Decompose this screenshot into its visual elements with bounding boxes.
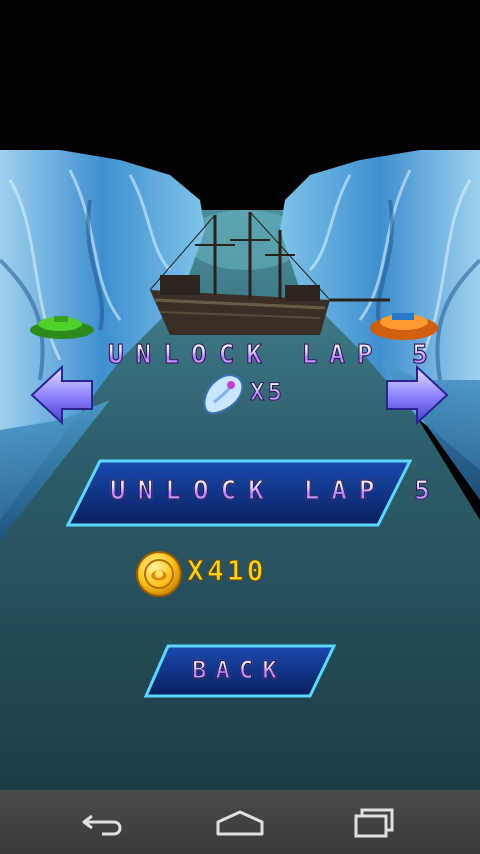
system-navigation-bar xyxy=(0,790,480,854)
system-back-button[interactable] xyxy=(76,802,136,842)
home-icon xyxy=(216,810,264,836)
arrow-left-icon xyxy=(30,364,93,426)
game-scene: UNLOCK LAP 5 X5 UNLOCK LAP 5 X410 BACK xyxy=(0,0,480,790)
next-lap-button[interactable] xyxy=(385,363,449,427)
unlock-cost: X5 xyxy=(200,372,310,416)
back-icon xyxy=(82,814,122,836)
previous-lap-button[interactable] xyxy=(30,363,94,427)
unlock-cost-label: X5 xyxy=(249,377,285,406)
recent-apps-icon xyxy=(354,808,394,838)
back-button[interactable]: BACK xyxy=(144,644,336,698)
coin-balance: X410 xyxy=(135,548,305,600)
system-home-button[interactable] xyxy=(210,802,270,842)
unlock-lap-button[interactable]: UNLOCK LAP 5 xyxy=(66,459,430,527)
system-recent-apps-button[interactable] xyxy=(344,802,404,842)
unlock-button-label: UNLOCK LAP 5 xyxy=(109,475,442,506)
arrow-right-icon xyxy=(386,364,449,426)
back-button-label: BACK xyxy=(191,655,286,684)
ticket-icon xyxy=(203,374,244,415)
coin-count: X410 xyxy=(186,554,267,588)
coin-icon xyxy=(136,551,182,597)
